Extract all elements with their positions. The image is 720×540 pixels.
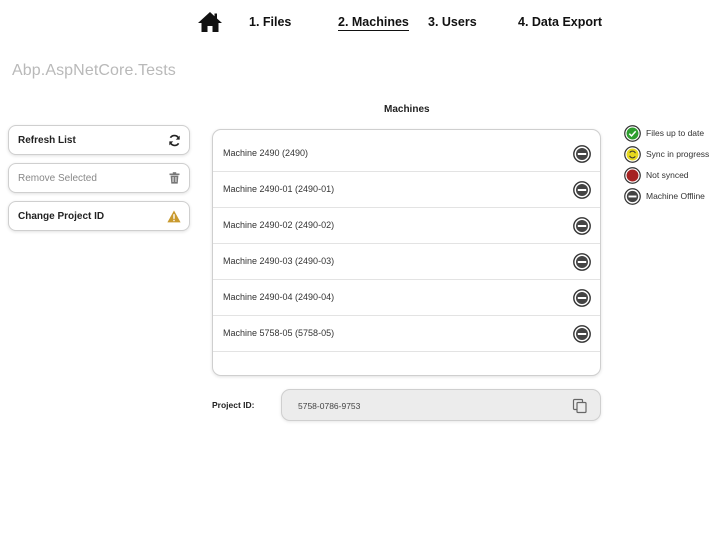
refresh-list-label: Refresh List: [18, 134, 76, 146]
legend-label: Not synced: [646, 170, 689, 180]
machine-name: Machine 5758-05 (5758-05): [223, 328, 335, 338]
machine-offline-icon: [573, 145, 591, 163]
refresh-list-button[interactable]: Refresh List: [8, 125, 190, 155]
legend-label: Files up to date: [646, 128, 705, 138]
legend-item-not-synced: Not synced: [624, 166, 689, 184]
sync-status-icon: [624, 145, 641, 163]
machine-name: Machine 2490-01 (2490-01): [223, 184, 335, 194]
machine-row[interactable]: Machine 2490-04 (2490-04): [213, 280, 600, 316]
machines-title: Machines: [384, 104, 430, 115]
machine-offline-icon: [573, 289, 591, 307]
project-id-value: 5758-0786-9753: [298, 401, 361, 411]
tab-data-export[interactable]: 4. Data Export: [518, 15, 602, 29]
tab-files[interactable]: 1. Files: [249, 15, 291, 29]
machine-row[interactable]: Machine 2490-01 (2490-01): [213, 172, 600, 208]
machine-name: Machine 2490-02 (2490-02): [223, 220, 335, 230]
machine-row[interactable]: Machine 2490-02 (2490-02): [213, 208, 600, 244]
machine-list[interactable]: Machine 2490 (2490) Machine 2490-01 (249…: [212, 129, 601, 376]
machine-name: Machine 2490-03 (2490-03): [223, 256, 335, 266]
machine-offline-icon: [573, 217, 591, 235]
app-title: Abp.AspNetCore.Tests: [12, 62, 176, 79]
warning-icon: [167, 209, 181, 223]
legend-label: Machine Offline: [646, 191, 705, 201]
tab-users[interactable]: 3. Users: [428, 15, 477, 29]
not-synced-status-icon: [624, 166, 641, 184]
offline-status-icon: [624, 187, 641, 205]
legend-label: Sync in progress: [646, 149, 710, 159]
refresh-icon: [167, 133, 181, 147]
machine-offline-icon: [573, 181, 591, 199]
project-id-label: Project ID:: [212, 400, 255, 410]
legend-item-syncing: Sync in progress: [624, 145, 709, 163]
change-project-id-button[interactable]: Change Project ID: [8, 201, 190, 231]
machine-row[interactable]: Machine 2490 (2490): [213, 136, 600, 172]
machine-name: Machine 2490-04 (2490-04): [223, 292, 335, 302]
machine-name: Machine 2490 (2490): [223, 148, 309, 158]
remove-selected-button[interactable]: Remove Selected: [8, 163, 190, 193]
machine-row[interactable]: Machine 5758-05 (5758-05): [213, 316, 600, 352]
trash-icon: [167, 171, 181, 185]
tab-machines[interactable]: 2. Machines: [338, 15, 409, 31]
home-icon[interactable]: [197, 11, 223, 33]
check-status-icon: [624, 124, 641, 142]
legend-item-up-to-date: Files up to date: [624, 124, 704, 142]
machine-row[interactable]: Machine 2490-03 (2490-03): [213, 244, 600, 280]
legend-item-offline: Machine Offline: [624, 187, 705, 205]
change-project-id-label: Change Project ID: [18, 210, 105, 222]
machine-offline-icon: [573, 325, 591, 343]
machine-offline-icon: [573, 253, 591, 271]
project-id-field: 5758-0786-9753: [281, 389, 601, 421]
copy-icon[interactable]: [572, 398, 588, 414]
remove-selected-label: Remove Selected: [18, 172, 97, 184]
